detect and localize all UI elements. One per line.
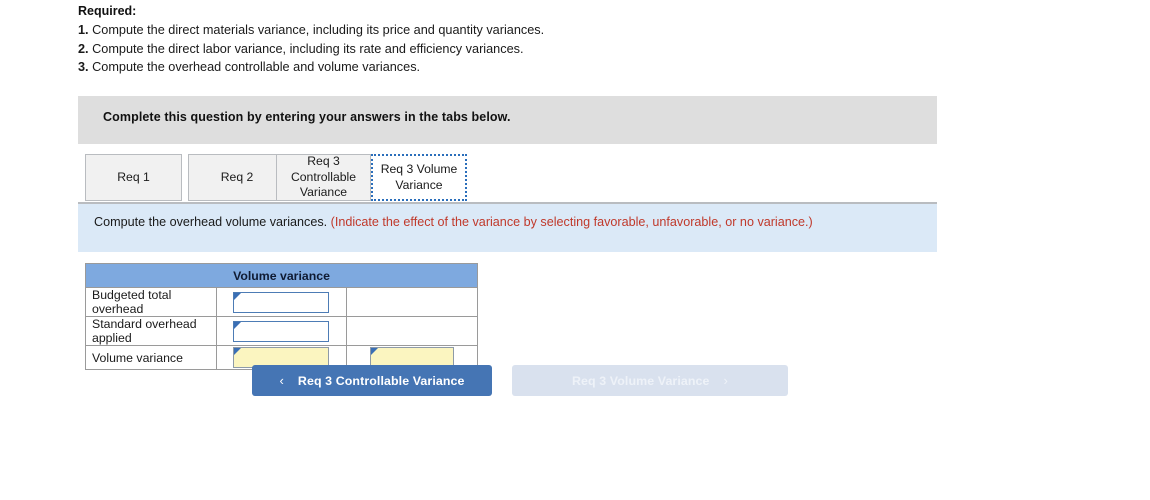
question-banner: Compute the overhead volume variances. (… (78, 204, 937, 252)
comment-flag-icon (234, 348, 242, 355)
question-note: (Indicate the effect of the variance by … (330, 215, 813, 229)
input-budgeted-total-overhead[interactable] (233, 291, 330, 313)
table-row: Budgeted total overhead (85, 287, 478, 317)
required-item-text: Compute the overhead controllable and vo… (92, 60, 421, 74)
tab-label: Req 3 Controllable Variance (290, 154, 357, 200)
chevron-right-icon: › (723, 373, 728, 388)
tab-req-1[interactable]: Req 1 (85, 154, 182, 201)
row-label-standard-overhead-applied: Standard overhead applied (85, 316, 217, 346)
required-section: Required: 1. Compute the direct material… (78, 0, 978, 77)
required-item-text: Compute the direct materials variance, i… (92, 23, 545, 37)
next-req-3-volume-variance-button[interactable]: Req 3 Volume Variance › (512, 365, 788, 396)
required-heading: Required: (78, 4, 137, 18)
required-item: 2. Compute the direct labor variance, in… (78, 40, 978, 59)
next-button-label: Req 3 Volume Variance (572, 373, 710, 388)
required-item-number: 3. (78, 60, 89, 74)
table-header-title: Volume variance (85, 263, 478, 288)
input-standard-overhead-applied[interactable] (233, 320, 330, 342)
row-label-volume-variance: Volume variance (85, 345, 217, 370)
question-prompt-container: Compute the overhead volume variances. (… (94, 214, 924, 231)
required-item-number: 2. (78, 41, 89, 56)
tab-req-3-volume-variance[interactable]: Req 3 Volume Variance (371, 154, 467, 201)
required-item-number: 1. (78, 23, 89, 37)
cell-standard-overhead-applied-effect (346, 316, 478, 346)
tab-label: Req 1 (117, 169, 150, 184)
comment-flag-icon (234, 292, 242, 300)
complete-question-banner: Complete this question by entering your … (78, 96, 937, 144)
comment-flag-icon (371, 348, 379, 355)
cell-budgeted-total-overhead-value[interactable] (215, 287, 348, 317)
cell-standard-overhead-applied-value[interactable] (215, 316, 348, 346)
tab-req-3-controllable-variance[interactable]: Req 3 Controllable Variance (276, 154, 371, 201)
chevron-left-icon: ‹ (279, 373, 284, 388)
table-row: Standard overhead applied (85, 316, 478, 346)
complete-question-text: Complete this question by entering your … (103, 110, 511, 124)
required-item: 3. Compute the overhead controllable and… (78, 58, 978, 77)
cell-budgeted-total-overhead-effect (346, 287, 478, 317)
tab-label: Req 3 Volume Variance (380, 162, 458, 192)
table-header-row: Volume variance (85, 263, 478, 288)
required-item-text: Compute the direct labor variance, inclu… (92, 41, 524, 56)
volume-variance-table: Volume variance Budgeted total overhead … (85, 263, 478, 370)
tab-strip: Req 1 Req 2 Req 3 Controllable Variance … (78, 154, 937, 203)
tab-req-2[interactable]: Req 2 (188, 154, 286, 201)
prev-req-3-controllable-variance-button[interactable]: ‹ Req 3 Controllable Variance (252, 365, 492, 396)
row-label-budgeted-total-overhead: Budgeted total overhead (85, 287, 217, 317)
tab-label: Req 2 (220, 169, 254, 184)
question-prompt: Compute the overhead volume variances. (94, 215, 328, 229)
required-item: 1. Compute the direct materials variance… (78, 21, 978, 40)
prev-button-label: Req 3 Controllable Variance (297, 373, 465, 388)
comment-flag-icon (234, 321, 242, 329)
